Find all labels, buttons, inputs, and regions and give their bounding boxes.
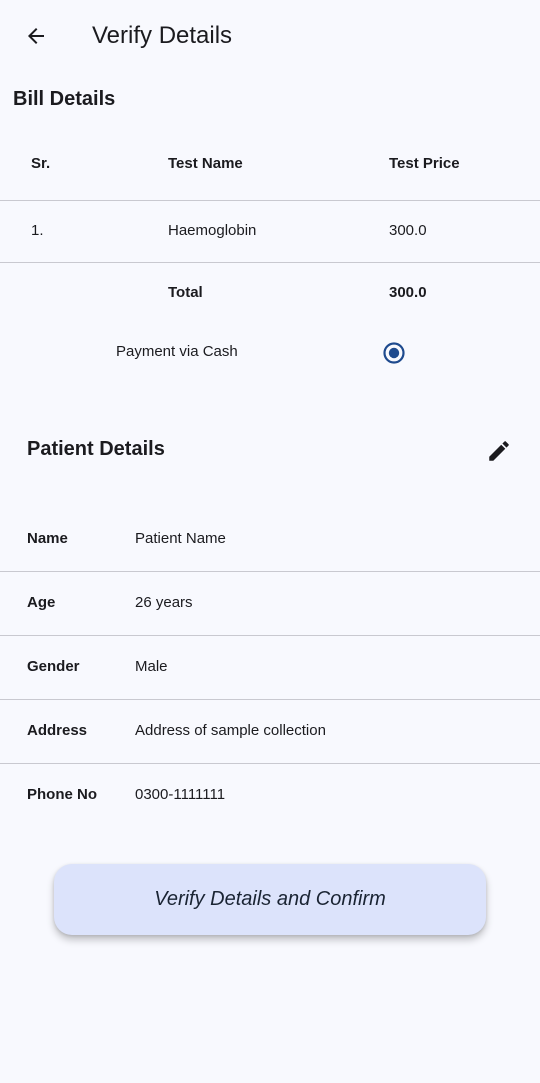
patient-address-value: Address of sample collection [135,722,326,739]
table-row: 1. Haemoglobin 300.0 [0,201,540,263]
arrow-back-icon [28,28,44,44]
patient-gender-value: Male [135,658,168,675]
total-row: Total 300.0 [0,263,540,323]
patient-row-name: Name Patient Name [0,508,540,572]
edit-pencil-icon [489,441,509,461]
page-title: Verify Details [92,22,233,49]
header-sr: Sr. [31,155,51,172]
row-test-price: 300.0 [389,222,427,239]
row-test-name: Haemoglobin [168,222,257,239]
total-label: Total [168,284,203,301]
payment-cash-radio[interactable] [382,341,406,365]
bill-table: Sr. Test Name Test Price 1. Haemoglobin … [0,130,540,323]
patient-details-heading: Patient Details [27,438,165,460]
payment-cash-label: Payment via Cash [116,343,238,360]
bill-table-header: Sr. Test Name Test Price [0,130,540,201]
patient-age-value: 26 years [135,594,193,611]
verify-confirm-button[interactable]: Verify Details and Confirm [54,864,486,935]
patient-address-label: Address [27,722,88,739]
patient-name-value: Patient Name [135,530,226,547]
patient-details-table: Name Patient Name Age 26 years Gender Ma… [0,508,540,827]
total-value: 300.0 [389,284,427,301]
header-test-price: Test Price [389,155,460,172]
edit-patient-button[interactable] [481,433,517,469]
patient-phone-value: 0300-1111111 [135,786,226,803]
bill-details-heading: Bill Details [13,88,116,110]
patient-phone-label: Phone No [27,786,97,803]
patient-gender-label: Gender [27,658,80,675]
back-button[interactable] [14,14,58,58]
app-bar: Verify Details [0,0,540,72]
radio-selected-icon [383,342,405,364]
row-sr: 1. [31,222,44,239]
patient-row-age: Age 26 years [0,572,540,636]
header-test-name: Test Name [168,155,243,172]
patient-row-address: Address Address of sample collection [0,700,540,764]
patient-row-gender: Gender Male [0,636,540,700]
patient-name-label: Name [27,530,68,547]
patient-age-label: Age [27,594,56,611]
patient-row-phone: Phone No 0300-1111111 [0,764,540,827]
